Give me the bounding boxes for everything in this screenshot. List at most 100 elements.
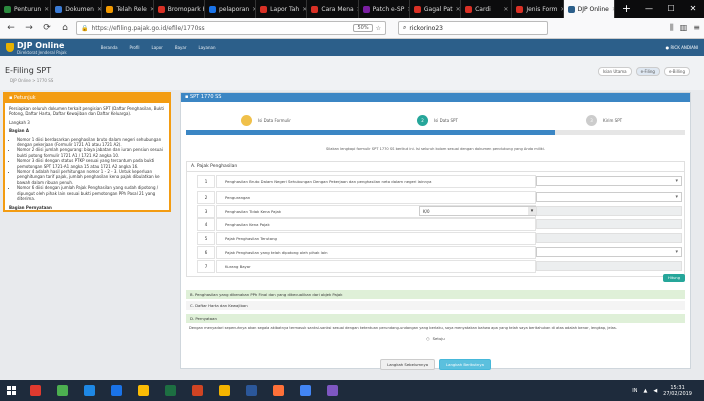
browser-tab[interactable]: Dokumen ✕: [51, 0, 103, 18]
taskbar-app-icon[interactable]: [319, 380, 346, 401]
agree-radio[interactable]: ○: [426, 336, 429, 341]
browser-tab[interactable]: Lapor Tah ✕: [256, 0, 308, 18]
tab-close-icon[interactable]: ✕: [456, 6, 460, 13]
app-menu: Beranda Profil Lapor Bayar Layanan: [101, 45, 216, 50]
browser-tab[interactable]: Bromopark Ho✕: [154, 0, 205, 18]
menu-icon[interactable]: ≡: [693, 23, 700, 33]
calculate-button[interactable]: Hitung: [663, 274, 685, 282]
app-header: DJP Online Direktorat Jenderal Pajak Ber…: [0, 39, 704, 56]
top-step-ebilling[interactable]: e-Billing: [663, 67, 690, 76]
taskbar-app-icon[interactable]: [22, 380, 49, 401]
next-step-button[interactable]: Langkah Berikutnya: [439, 359, 491, 370]
ptkp-status-select[interactable]: K/0: [419, 206, 537, 216]
reload-icon[interactable]: ⟳: [40, 23, 54, 33]
section-c-bar[interactable]: C. Daftar Harta dan Kewajiban: [186, 301, 685, 310]
browser-tab[interactable]: Telah Rele✕: [102, 0, 154, 18]
tab-close-icon[interactable]: ✕: [44, 6, 49, 13]
taskbar-app-icon[interactable]: [211, 380, 238, 401]
taskbar-app-icon[interactable]: [130, 380, 157, 401]
wizard-step-1[interactable]: Isi Data Formulir: [241, 115, 291, 126]
menu-item-beranda[interactable]: Beranda: [101, 45, 118, 50]
taskbar-app-icon[interactable]: [238, 380, 265, 401]
new-tab-button[interactable]: +: [615, 0, 638, 18]
clock[interactable]: 15:31 27/02/2019: [663, 385, 692, 397]
close-window-button[interactable]: ✕: [682, 0, 704, 18]
top-step-efiling[interactable]: e-Filing: [635, 67, 660, 76]
maximize-button[interactable]: ☐: [660, 0, 682, 18]
user-menu[interactable]: ● RICK ANDIANI: [666, 45, 698, 50]
browser-tab[interactable]: Gagal Pat ✕: [410, 0, 462, 18]
section-d-bar[interactable]: D. Pernyataan: [186, 314, 685, 323]
menu-item-layanan[interactable]: Layanan: [199, 45, 216, 50]
wizard-step-3[interactable]: 3 Kirim SPT: [586, 115, 622, 126]
forward-icon[interactable]: →: [22, 23, 36, 33]
app-tagline: Direktorat Jenderal Pajak: [17, 49, 67, 55]
taskbar-app-icon[interactable]: [49, 380, 76, 401]
section-b-bar[interactable]: B. Penghasilan yang dikenakan PPh Final …: [186, 290, 685, 299]
petunjuk-item: Nomor 4 adalah hasil perhitungan nomor 1…: [17, 169, 165, 185]
amount-field[interactable]: [536, 176, 682, 186]
windows-taskbar: IN ▲ ◀ 15:31 27/02/2019: [0, 380, 704, 401]
row-number: 3: [197, 205, 215, 218]
taskbar-app-icon[interactable]: [265, 380, 292, 401]
menu-item-bayar[interactable]: Bayar: [175, 45, 187, 50]
network-icon[interactable]: ▲: [643, 388, 647, 394]
taskbar-app-icon[interactable]: [157, 380, 184, 401]
search-icon: ⌕: [403, 24, 407, 31]
taskbar-app-icon[interactable]: [292, 380, 319, 401]
home-icon[interactable]: ⌂: [58, 23, 72, 33]
browser-tab[interactable]: Penturun ✕: [0, 0, 52, 18]
amount-field[interactable]: [536, 247, 682, 257]
browser-tab-bar: Penturun✕Dokumen✕Telah Rele✕Bromopark Ho…: [0, 0, 704, 18]
agree-option[interactable]: ○ Setuju: [181, 336, 690, 341]
tab-close-icon[interactable]: ✕: [97, 6, 101, 13]
system-tray: IN ▲ ◀ 15:31 27/02/2019: [632, 385, 704, 397]
browser-tab[interactable]: DJP Online✕: [563, 0, 615, 18]
minimize-button[interactable]: —: [638, 0, 660, 18]
row-number: 7: [197, 260, 215, 273]
browser-tab[interactable]: Patch e-SP✕: [359, 0, 410, 18]
readonly-amount-field: [536, 206, 682, 216]
prev-step-button[interactable]: Langkah Sebelumnya: [380, 359, 436, 370]
wizard-step-2[interactable]: 2 Isi Data SPT: [417, 115, 458, 126]
back-icon[interactable]: ←: [4, 23, 18, 33]
menu-item-profil[interactable]: Profil: [130, 45, 140, 50]
menu-item-lapor[interactable]: Lapor: [152, 45, 163, 50]
start-button[interactable]: [0, 380, 22, 401]
taskbar-app-icon[interactable]: [76, 380, 103, 401]
petunjuk-section-a: Bagian A: [9, 128, 30, 134]
petunjuk-step: Langkah 3: [9, 119, 30, 125]
tab-label: Cardi: [475, 5, 491, 13]
tab-favicon-icon: [260, 5, 268, 13]
sidebar-icon[interactable]: ▥: [680, 23, 688, 33]
petunjuk-header: ▪ Petunjuk: [5, 94, 169, 103]
library-icon[interactable]: ⫼: [670, 23, 674, 33]
tab-label: Lapor Tah: [270, 5, 300, 13]
breadcrumb: DJP Online > 1770 SS: [10, 78, 54, 83]
row-label: Pengurangan: [216, 191, 536, 204]
volume-icon[interactable]: ◀: [653, 388, 657, 394]
top-step-isian[interactable]: Isian Utama: [597, 67, 632, 76]
petunjuk-body[interactable]: Persiapkan seluruh dokumen terkait pengi…: [5, 103, 169, 210]
zoom-indicator[interactable]: 50%: [353, 24, 373, 32]
bookmark-icon[interactable]: ☆: [376, 25, 381, 32]
tab-label: Bromopark Ho: [167, 5, 204, 13]
row-label: Pajak Penghasilan yang telah dipotong ol…: [216, 246, 536, 259]
app-logo[interactable]: DJP Online Direktorat Jenderal Pajak: [6, 41, 67, 55]
browser-tab[interactable]: Jenis Form✕: [512, 0, 564, 18]
search-bar[interactable]: ⌕ rickorino23: [398, 21, 548, 35]
browser-tab[interactable]: Cardi ✕: [461, 0, 513, 18]
taskbar-app-icon[interactable]: [184, 380, 211, 401]
taskbar-app-icon[interactable]: [103, 380, 130, 401]
wizard-step-2-label: Isi Data SPT: [434, 118, 458, 123]
browser-tab[interactable]: Cara Mena✕: [307, 0, 359, 18]
tab-close-icon[interactable]: ✕: [503, 6, 508, 13]
language-indicator[interactable]: IN: [632, 388, 637, 394]
amount-field[interactable]: [536, 192, 682, 202]
search-text: rickorino23: [409, 24, 443, 32]
tab-favicon-icon: [465, 5, 473, 13]
tab-label: Telah Rele: [116, 5, 147, 13]
browser-tab[interactable]: pelaporan✕: [205, 0, 257, 18]
url-bar[interactable]: 🔒 https://efiling.pajak.go.id/efile/1770…: [76, 21, 386, 35]
row-number: 2: [197, 191, 215, 204]
